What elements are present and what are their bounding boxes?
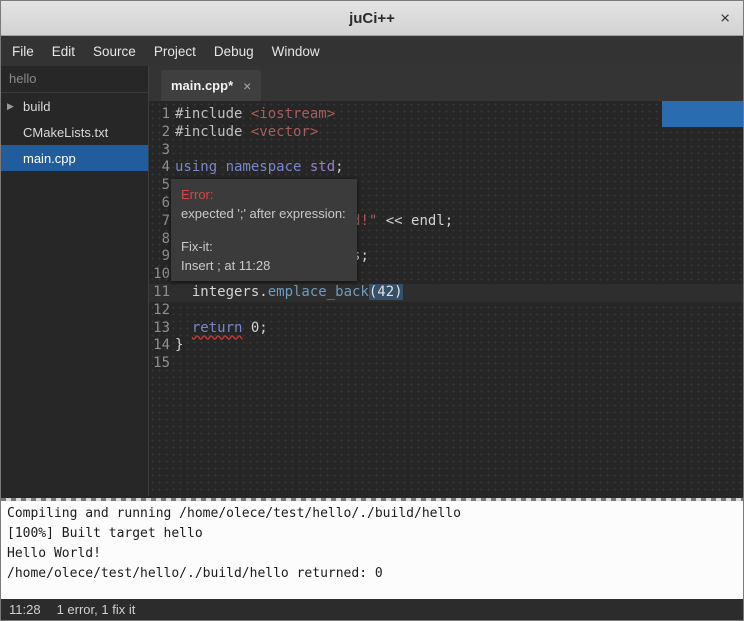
line-number: 15 <box>149 355 170 373</box>
app-window: juCi++ × FileEditSourceProjectDebugWindo… <box>0 0 744 621</box>
window-close-icon[interactable]: × <box>720 10 730 27</box>
tooltip-fixit-message: Insert ; at 11:28 <box>181 256 347 275</box>
line-number: 12 <box>149 302 170 320</box>
code-text <box>170 142 175 160</box>
line-number: 6 <box>149 195 170 213</box>
terminal-output[interactable]: Compiling and running /home/olece/test/h… <box>1 501 743 601</box>
file-tree-item-main-cpp[interactable]: main.cpp <box>1 145 148 171</box>
file-tree-item-label: main.cpp <box>23 151 76 166</box>
tab-main-cpp[interactable]: main.cpp* × <box>161 70 261 101</box>
code-line-15[interactable]: 15 <box>149 355 743 373</box>
file-tree-panel: hello ▶build CMakeLists.txt main.cpp <box>1 66 149 496</box>
code-line-4[interactable]: 4using namespace std; <box>149 159 743 177</box>
tabbar: main.cpp* × <box>149 66 743 101</box>
terminal-line: Compiling and running /home/olece/test/h… <box>7 504 743 524</box>
menu-window[interactable]: Window <box>263 36 329 66</box>
cursor-position: 11:28 <box>9 602 41 617</box>
code-text: #include <vector> <box>170 124 318 142</box>
code-text: #include <iostream> <box>170 106 335 124</box>
line-number: 3 <box>149 142 170 160</box>
terminal-line: Hello World! <box>7 544 743 564</box>
code-text: return 0; <box>170 320 268 338</box>
tab-label: main.cpp* <box>171 78 233 93</box>
line-number: 11 <box>149 284 170 302</box>
code-text: integers.emplace_back(42) <box>170 284 403 302</box>
code-line-14[interactable]: 14} <box>149 337 743 355</box>
menu-source[interactable]: Source <box>84 36 145 66</box>
menu-file[interactable]: File <box>3 36 43 66</box>
tooltip-error-message: expected ';' after expression: <box>181 204 347 223</box>
expander-icon[interactable]: ▶ <box>7 101 23 112</box>
code-line-1[interactable]: 1#include <iostream> <box>149 106 743 124</box>
terminal-line: /home/olece/test/hello/./build/hello ret… <box>7 564 743 584</box>
file-tree-item-cmakelists-txt[interactable]: CMakeLists.txt <box>1 119 148 145</box>
line-number: 5 <box>149 177 170 195</box>
code-text: using namespace std; <box>170 159 344 177</box>
line-number: 7 <box>149 213 170 231</box>
menubar: FileEditSourceProjectDebugWindow <box>1 36 743 66</box>
terminal-line: [100%] Built target hello <box>7 524 743 544</box>
line-number: 13 <box>149 320 170 338</box>
titlebar[interactable]: juCi++ × <box>1 1 743 36</box>
statusbar: 11:28 1 error, 1 fix it <box>1 599 743 620</box>
code-line-12[interactable]: 12 <box>149 302 743 320</box>
tooltip-error-label: Error: <box>181 185 347 204</box>
project-name: hello <box>1 66 148 93</box>
code-text <box>170 355 175 373</box>
code-text: } <box>170 337 183 355</box>
file-tree-item-label: CMakeLists.txt <box>23 125 108 140</box>
line-number: 14 <box>149 337 170 355</box>
line-number: 1 <box>149 106 170 124</box>
tooltip-fixit-label: Fix-it: <box>181 237 347 256</box>
code-text <box>170 302 175 320</box>
code-line-11[interactable]: 11 integers.emplace_back(42) <box>149 284 743 302</box>
line-number: 2 <box>149 124 170 142</box>
menu-project[interactable]: Project <box>145 36 205 66</box>
scrollbar-thumb[interactable] <box>662 101 743 127</box>
diagnostic-tooltip: Error: expected ';' after expression: Fi… <box>171 179 357 281</box>
line-number: 9 <box>149 248 170 266</box>
line-number: 4 <box>149 159 170 177</box>
diagnostics-status: 1 error, 1 fix it <box>57 602 136 617</box>
window-title: juCi++ <box>349 10 395 27</box>
code-editor[interactable]: 1#include <iostream>2#include <vector>34… <box>149 101 743 496</box>
line-number: 10 <box>149 266 170 284</box>
tab-close-icon[interactable]: × <box>243 79 251 93</box>
line-number: 8 <box>149 231 170 249</box>
code-line-2[interactable]: 2#include <vector> <box>149 124 743 142</box>
menu-debug[interactable]: Debug <box>205 36 263 66</box>
file-tree-item-build[interactable]: ▶build <box>1 93 148 119</box>
menu-edit[interactable]: Edit <box>43 36 84 66</box>
code-line-3[interactable]: 3 <box>149 142 743 160</box>
code-line-13[interactable]: 13 return 0; <box>149 320 743 338</box>
file-tree: ▶build CMakeLists.txt main.cpp <box>1 93 148 171</box>
file-tree-item-label: build <box>23 99 50 114</box>
